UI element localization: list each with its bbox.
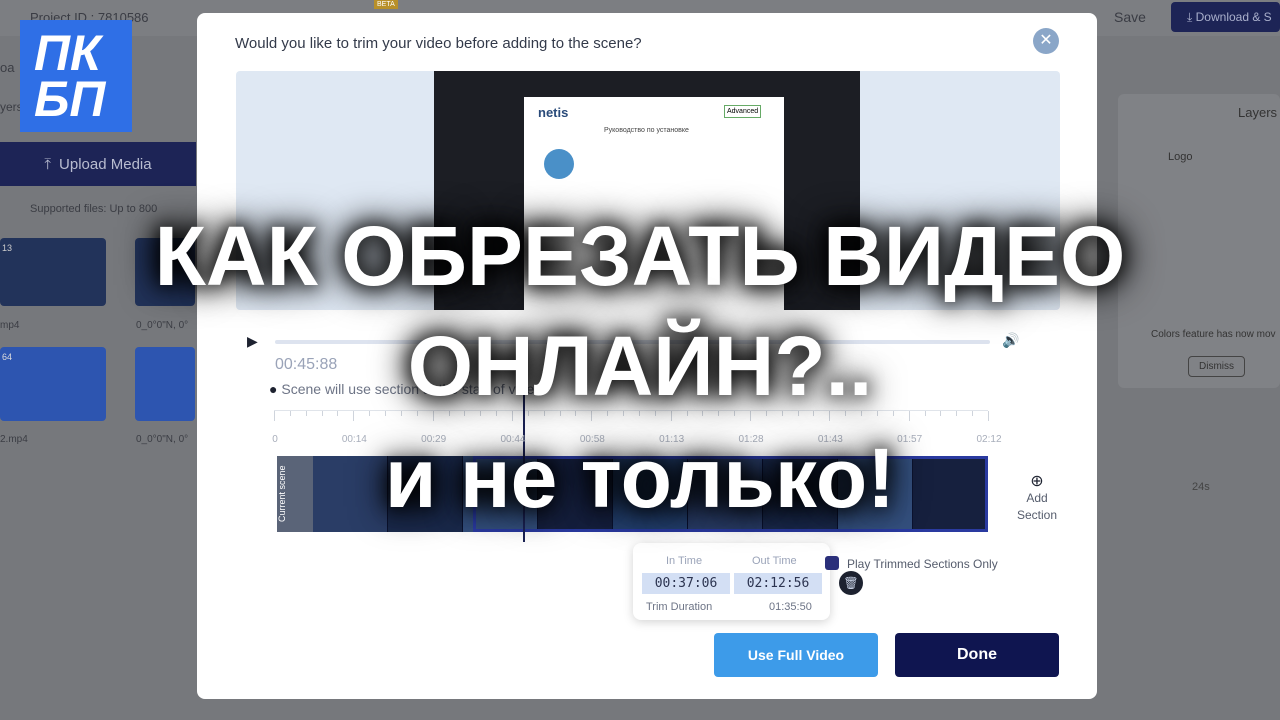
out-time-label: Out Time: [752, 555, 797, 567]
save-button[interactable]: Save: [1114, 9, 1146, 25]
in-time-label: In Time: [666, 555, 703, 567]
download-icon: ⤓: [1187, 10, 1196, 24]
upload-label: Upload Media: [59, 155, 152, 173]
use-full-video-button[interactable]: Use Full Video: [714, 633, 878, 677]
layers-title: Layers: [1238, 105, 1278, 120]
preview-heading: Руководство по установке: [604, 127, 689, 134]
in-time-input[interactable]: 00:37:06: [642, 573, 730, 594]
preview-button: Advanced: [724, 105, 762, 118]
play-trimmed-label: Play Trimmed Sections Only: [847, 557, 998, 571]
trim-tooltip: In Time Out Time 00:37:06 02:12:56 Trim …: [633, 543, 830, 620]
trash-icon[interactable]: 🗑: [839, 571, 863, 595]
trim-duration-label: Trim Duration: [646, 601, 713, 613]
overlay-title-line2: ОНЛАЙН?..: [407, 319, 873, 413]
download-label: Download & S: [1195, 10, 1272, 24]
beta-badge: BETA: [374, 0, 398, 9]
sidebar-heading: oa: [0, 60, 15, 75]
overlay-title-line1: КАК ОБРЕЗАТЬ ВИДЕО: [154, 209, 1126, 303]
channel-logo: ПК БП: [20, 20, 132, 132]
done-button[interactable]: Done: [895, 633, 1059, 677]
play-trimmed-checkbox[interactable]: [825, 556, 839, 570]
download-button[interactable]: ⤓ Download & S: [1171, 2, 1280, 32]
trim-duration-value: 01:35:50: [769, 601, 812, 613]
overlay-title-line3: и не только!: [384, 431, 896, 525]
preview-brand: netis: [538, 105, 569, 120]
layer-item-logo[interactable]: Logo: [1168, 151, 1192, 163]
modal-title: Would you like to trim your video before…: [235, 35, 642, 52]
out-time-input[interactable]: 02:12:56: [734, 573, 822, 594]
upload-media-button[interactable]: ⤒ Upload Media: [0, 142, 196, 186]
upload-icon: ⤒: [44, 155, 52, 173]
close-icon[interactable]: ✕: [1033, 28, 1059, 54]
